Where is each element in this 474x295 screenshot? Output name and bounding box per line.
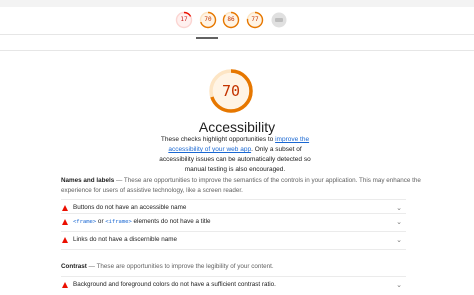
audit-title: <frame> or <iframe> elements do not have… [73,218,211,225]
audit-frame-title[interactable]: <frame> or <iframe> elements do not have… [61,213,406,232]
triangle-fail-icon [62,282,68,288]
chevron-down-icon[interactable]: ⌄ [396,281,402,289]
group-title: Names and labels [61,177,115,184]
audit-color-contrast[interactable]: Background and foreground colors do not … [61,276,406,295]
performance-gauge-link[interactable]: 17 [175,11,193,29]
category-description: These checks highlight opportunities to … [159,136,311,173]
audit-title: Background and foreground colors do not … [73,281,276,288]
chevron-down-icon[interactable]: ⌄ [396,204,402,212]
triangle-fail-icon [62,219,68,225]
pwa-gauge-link[interactable] [270,11,288,29]
best-practices-score: 86 [227,16,235,23]
group-description: — These are opportunities to improve the… [61,177,421,194]
accessibility-score: 70 [204,16,212,23]
active-tab-indicator [196,37,218,39]
pwa-badge-icon [271,12,287,28]
performance-score: 17 [180,16,188,23]
triangle-fail-icon [62,205,68,211]
group-title: Contrast [61,263,87,270]
section-divider [0,50,474,51]
accessibility-gauge-link[interactable]: 70 [199,11,217,29]
audit-title: Buttons do not have an accessible name [73,204,187,211]
category-score: 70 [221,82,241,100]
group-names-and-labels: Names and labels — These are opportuniti… [61,176,421,196]
group-description: — These are opportunities to improve the… [86,263,274,270]
accessibility-category-gauge: 70 [207,67,255,115]
seo-score: 77 [251,16,259,23]
chevron-down-icon[interactable]: ⌄ [396,218,402,226]
audit-link-name[interactable]: Links do not have a discernible name ⌄ [61,231,406,250]
audit-title: Links do not have a discernible name [73,236,177,243]
chevron-down-icon[interactable]: ⌄ [396,236,402,244]
triangle-fail-icon [62,237,68,243]
group-end-divider [61,249,406,250]
top-bar [0,0,474,7]
category-title: Accessibility [198,119,276,135]
group-contrast: Contrast — These are opportunities to im… [61,262,421,272]
seo-gauge-link[interactable]: 77 [246,11,264,29]
best-practices-gauge-link[interactable]: 86 [222,11,240,29]
nav-divider [0,34,474,35]
score-gauges-nav: 17 70 86 77 [0,7,474,39]
